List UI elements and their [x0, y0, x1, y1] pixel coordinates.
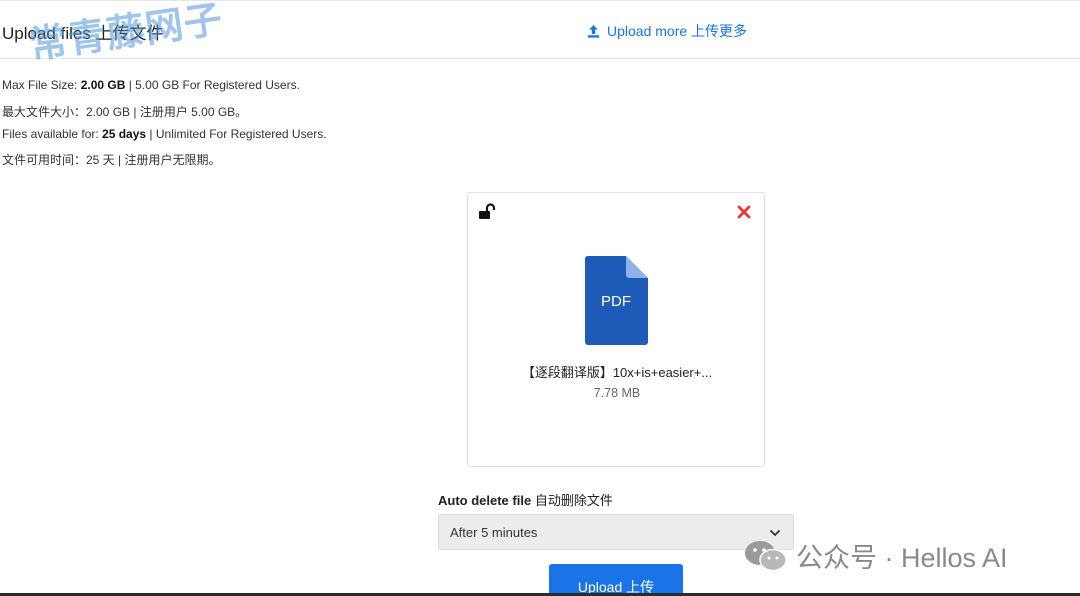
file-name: 【逐段翻译版】10x+is+easier+...: [521, 365, 713, 380]
close-icon[interactable]: [736, 204, 752, 220]
availability-prefix: Files available for:: [2, 127, 103, 141]
top-bar: Upload files 上传文件 常青藤网子 Upload more 上传更多: [0, 0, 1080, 67]
wechat-watermark: 公众号 · Hellos AI: [744, 536, 1008, 575]
max-size-suffix: | 5.00 GB For Registered Users.: [125, 78, 300, 92]
auto-delete-label-cn: 自动删除文件: [534, 493, 613, 508]
max-size-info: Max File Size: 2.00 GB | 5.00 GB For Reg…: [2, 78, 300, 92]
file-card: PDF 【逐段翻译版】10x+is+easier+... 7.78 MB: [467, 192, 765, 467]
wechat-icon: [745, 540, 787, 571]
auto-delete-select[interactable]: After 5 minutes: [438, 514, 794, 550]
pdf-type-label: PDF: [601, 293, 631, 310]
wechat-watermark-text: 公众号 · Hellos AI: [796, 543, 1008, 573]
availability-info-cn: 文件可用时间：25 天 | 注册用户无限期。: [2, 153, 221, 167]
max-size-value: 2.00 GB: [80, 78, 126, 92]
availability-info: Files available for: 25 days | Unlimited…: [2, 127, 327, 141]
pdf-file-icon: PDF: [585, 256, 648, 345]
auto-delete-label: Auto delete file 自动删除文件: [438, 490, 613, 509]
auto-delete-label-en: Auto delete file: [438, 493, 532, 508]
upload-more-label: Upload more 上传更多: [607, 23, 748, 39]
file-size: 7.78 MB: [593, 386, 641, 400]
upload-button[interactable]: Upload 上传: [549, 564, 683, 596]
unlock-icon[interactable]: [478, 203, 498, 223]
watermark-text: 常青藤网子: [26, 0, 226, 68]
max-size-info-cn: 最大文件大小：2.00 GB | 注册用户 5.00 GB。: [2, 105, 248, 119]
availability-suffix: | Unlimited For Registered Users.: [146, 127, 327, 141]
auto-delete-selected-value: After 5 minutes: [450, 525, 538, 540]
availability-value: 25 days: [102, 127, 147, 141]
upload-icon: [587, 24, 600, 38]
max-size-prefix: Max File Size:: [2, 78, 81, 92]
upload-more-link[interactable]: Upload more 上传更多: [586, 21, 747, 41]
